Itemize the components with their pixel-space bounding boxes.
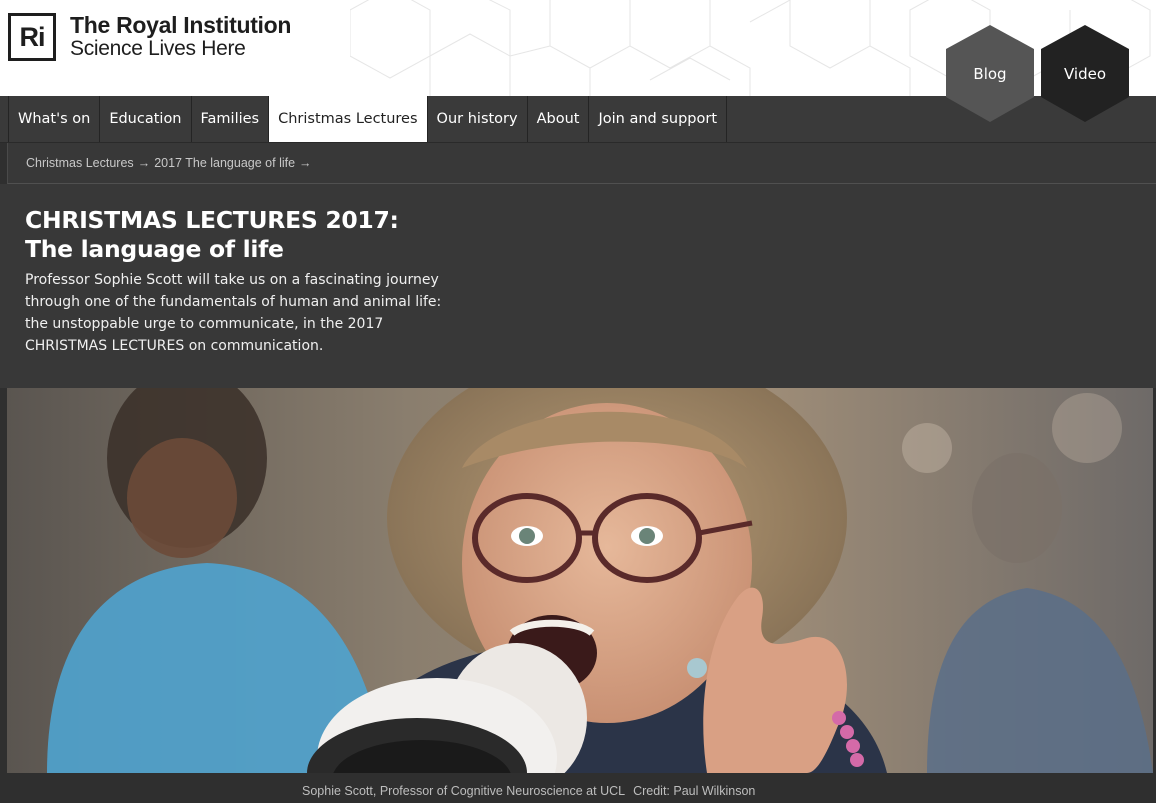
logo-tagline: Science Lives Here (70, 37, 246, 60)
page-title: CHRISTMAS LECTURES 2017: The language of… (25, 206, 399, 263)
breadcrumb: Christmas Lectures → 2017 The language of … (26, 156, 316, 170)
breadcrumb-link-2017[interactable]: 2017 The language of life (154, 156, 295, 170)
nav-item-whats-on[interactable]: What's on (8, 96, 101, 142)
hexagon-pattern-background (350, 0, 1151, 96)
blog-hex-button[interactable]: Blog (946, 25, 1034, 123)
caption-bar: Sophie Scott, Professor of Cognitive Neu… (0, 773, 1156, 803)
page: Ri The Royal Institution Science Lives H… (0, 0, 1156, 803)
ri-logo-mark: Ri (8, 13, 56, 61)
breadcrumb-link-christmas-lectures[interactable]: Christmas Lectures (26, 156, 134, 170)
nav-items: What's on Education Families Christmas L… (8, 96, 728, 142)
nav-item-our-history[interactable]: Our history (428, 96, 528, 142)
site-logo[interactable]: Ri The Royal Institution Science Lives H… (8, 13, 291, 61)
nav-item-about[interactable]: About (528, 96, 590, 142)
hero-image (7, 388, 1153, 773)
breadcrumb-bar: Christmas Lectures → 2017 The language of … (7, 143, 1156, 184)
nav-item-families[interactable]: Families (192, 96, 270, 142)
nav-item-education[interactable]: Education (100, 96, 192, 142)
page-description: Professor Sophie Scott will take us on a… (25, 272, 442, 354)
caption-text: Sophie Scott, Professor of Cognitive Neu… (302, 784, 626, 798)
video-label: Video (1063, 65, 1107, 83)
intro-panel: CHRISTMAS LECTURES 2017: The language of… (0, 184, 1156, 388)
photo-credit: Credit: Paul Wilkinson (633, 784, 756, 798)
image-caption: Sophie Scott, Professor of Cognitive Neu… (302, 784, 755, 798)
logo-title: The Royal Institution (70, 12, 292, 38)
right-arrow-icon: → (299, 156, 312, 170)
right-arrow-icon: → (137, 156, 151, 170)
video-hex-button[interactable]: Video (1041, 25, 1129, 123)
nav-item-christmas-lectures[interactable]: Christmas Lectures (269, 96, 428, 142)
hero-photo-illustration (7, 388, 1153, 773)
nav-item-join-and-support[interactable]: Join and support (589, 96, 728, 142)
blog-label: Blog (973, 65, 1007, 83)
logo-text: The Royal Institution Science Lives Here (70, 13, 291, 61)
